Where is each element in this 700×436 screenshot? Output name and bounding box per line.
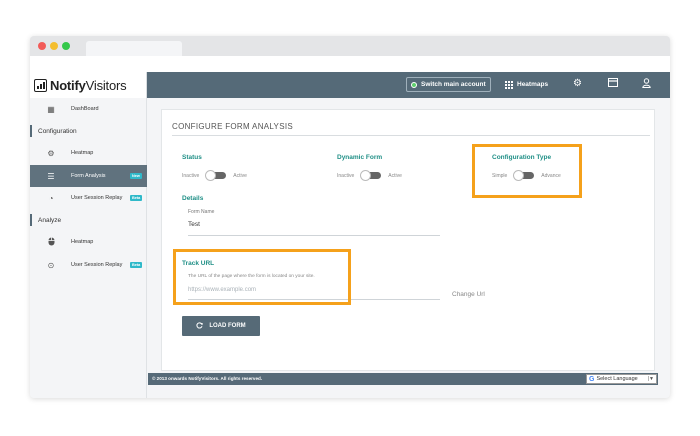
grid-icon [505, 80, 513, 89]
copyright-text: © 2013 onwards NotifyVisitors. All right… [152, 376, 263, 381]
title-divider [172, 135, 650, 136]
sidebar-item-label: Heatmap [71, 239, 94, 245]
sidebar-item-label: User Session Replay [71, 262, 123, 268]
beta-badge: Beta [130, 195, 143, 201]
track-url-highlight [173, 249, 351, 305]
refresh-icon [196, 321, 204, 331]
browser-tab[interactable] [86, 41, 182, 56]
page-title: CONFIGURE FORM ANALYSIS [172, 122, 293, 131]
beta-badge: Beta [130, 262, 143, 268]
sidebar-section-analyze: Analyze [30, 213, 147, 227]
toggle-knob [360, 170, 372, 181]
form-name-field[interactable]: Test [188, 221, 200, 228]
replay-clock-icon: ◔ [48, 193, 54, 203]
card-icon[interactable] [608, 78, 618, 91]
sidebar-item-dashboard[interactable]: ▦ DashBoard [30, 98, 147, 120]
sidebar-item-analyze-heatmap[interactable]: Heatmap [30, 231, 147, 253]
dynamic-form-toggle-row: Inactive Active [337, 170, 402, 181]
status-toggle[interactable] [205, 170, 227, 181]
browser-toolbar [30, 56, 670, 72]
form-name-underline [188, 235, 440, 236]
language-select[interactable]: G Select Language |▼ [586, 374, 657, 384]
status-toggle-row: Inactive Active [182, 170, 247, 181]
details-title: Details [182, 195, 204, 202]
language-select-label: Select Language [596, 376, 638, 382]
status-on-label: Active [233, 172, 247, 179]
status-title: Status [182, 154, 202, 161]
bar-chart-logo-icon [34, 78, 47, 92]
load-form-button[interactable]: LOAD FORM [182, 316, 260, 336]
dynamic-form-off-label: Inactive [337, 172, 355, 179]
dynamic-form-toggle[interactable] [360, 170, 382, 181]
maximize-window-dot[interactable] [62, 42, 70, 50]
record-icon: ⊙ [47, 260, 55, 270]
form-lines-icon: ☰ [47, 171, 55, 181]
configuration-type-highlight [472, 144, 582, 198]
sidebar-item-user-session-replay[interactable]: ◔ User Session Replay Beta [30, 187, 147, 209]
sidebar-item-analyze-user-session-replay[interactable]: ⊙ User Session Replay Beta [30, 254, 147, 276]
minimize-window-dot[interactable] [50, 42, 58, 50]
dropdown-arrow-icon: |▼ [647, 376, 654, 382]
logo-text: NotifyVisitors [50, 77, 127, 93]
heatmaps-label: Heatmaps [517, 81, 549, 88]
gear-icon: ⚙ [47, 148, 55, 158]
switch-main-account-button[interactable]: Switch main account [406, 77, 491, 92]
change-url-link[interactable]: Change Url [452, 291, 485, 298]
sidebar-item-label: Heatmap [71, 150, 94, 156]
google-g-icon: G [589, 375, 595, 383]
status-off-label: Inactive [182, 172, 200, 179]
close-window-dot[interactable] [38, 42, 46, 50]
sidebar-item-label: DashBoard [71, 106, 99, 112]
sidebar: ▦ DashBoard Configuration ⚙ Heatmap ☰ Fo… [30, 98, 147, 398]
mouse-icon [46, 237, 56, 248]
heatmaps-button[interactable]: Heatmaps [505, 77, 548, 92]
app-logo[interactable]: NotifyVisitors [30, 72, 147, 98]
sidebar-item-form-analysis[interactable]: ☰ Form Analysis New [30, 165, 147, 187]
footer: © 2013 onwards NotifyVisitors. All right… [148, 373, 658, 385]
form-analysis-card: CONFIGURE FORM ANALYSIS Status Inactive … [161, 109, 655, 371]
gear-icon[interactable]: ⚙ [573, 78, 582, 90]
sidebar-item-label: User Session Replay [71, 195, 123, 201]
dynamic-form-on-label: Active [388, 172, 402, 179]
dynamic-form-title: Dynamic Form [337, 154, 383, 161]
form-name-label: Form Name [188, 209, 215, 215]
sidebar-section-configuration: Configuration [30, 124, 147, 138]
sidebar-item-label: Form Analysis [71, 173, 106, 179]
new-badge: New [130, 173, 142, 179]
toggle-knob [205, 170, 217, 181]
browser-chrome [30, 36, 670, 56]
dashboard-icon: ▦ [47, 104, 55, 114]
sidebar-item-config-heatmap[interactable]: ⚙ Heatmap [30, 142, 147, 164]
browser-window: NotifyVisitors Switch main account Heatm… [30, 36, 670, 398]
user-icon[interactable] [642, 78, 651, 92]
load-form-label: LOAD FORM [209, 323, 246, 329]
top-navbar: NotifyVisitors Switch main account Heatm… [30, 72, 670, 98]
switch-main-account-label: Switch main account [421, 81, 486, 88]
online-status-icon [411, 81, 417, 88]
